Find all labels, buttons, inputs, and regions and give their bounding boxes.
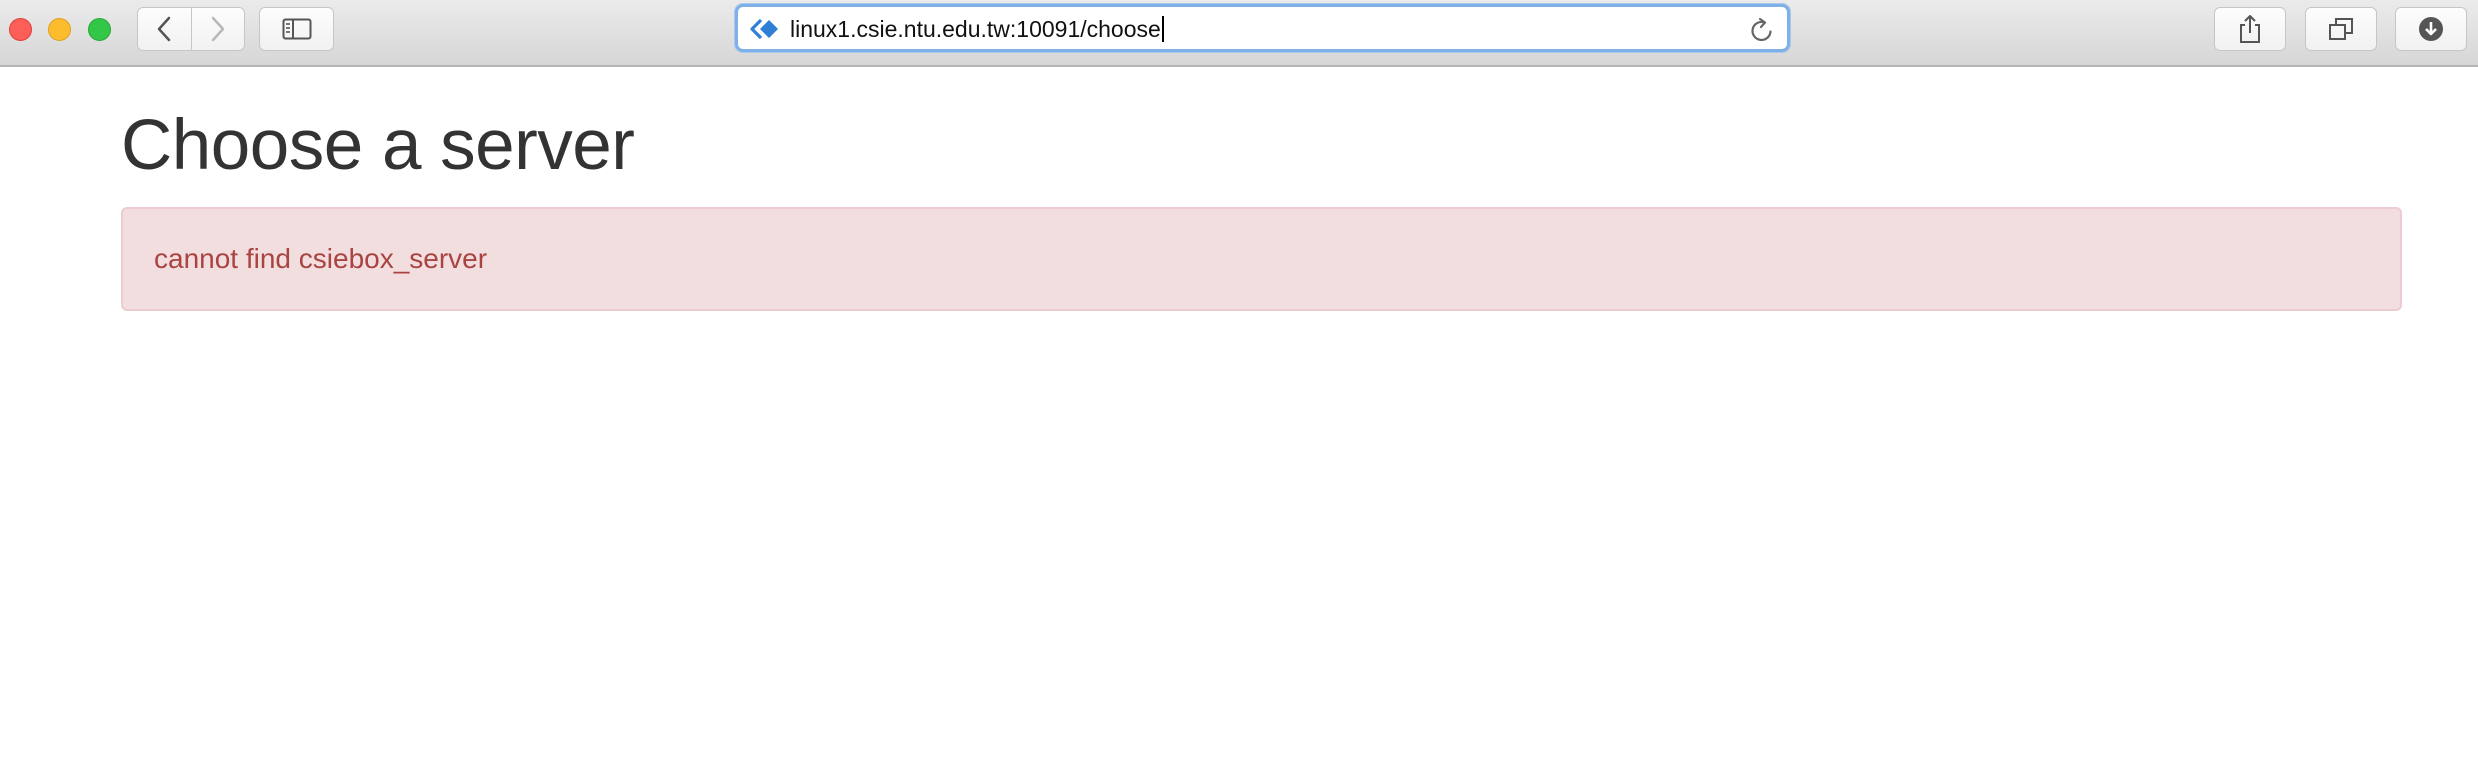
- sidebar-toggle-button[interactable]: [259, 7, 334, 51]
- history-navigation: [137, 7, 245, 51]
- window-minimize-button[interactable]: [48, 18, 71, 41]
- tabs-overview-button[interactable]: [2305, 7, 2377, 51]
- chevron-left-icon: [158, 16, 171, 42]
- share-icon: [2240, 15, 2260, 43]
- forward-button[interactable]: [192, 8, 245, 50]
- address-bar[interactable]: linux1.csie.ntu.edu.tw:10091/choose: [735, 4, 1790, 52]
- error-alert: cannot find csiebox_server: [121, 207, 2402, 311]
- window-maximize-button[interactable]: [88, 18, 111, 41]
- chevron-right-icon: [211, 16, 224, 42]
- page-title: Choose a server: [121, 106, 635, 185]
- site-icon: [749, 17, 781, 46]
- tabs-overview-icon: [2329, 18, 2353, 40]
- downloads-button[interactable]: [2395, 7, 2467, 51]
- browser-toolbar: linux1.csie.ntu.edu.tw:10091/choose: [0, 0, 2478, 67]
- sidebar-icon: [282, 18, 311, 40]
- page-content: Choose a server cannot find csiebox_serv…: [0, 67, 2478, 761]
- reload-icon[interactable]: [1749, 16, 1775, 49]
- back-button[interactable]: [138, 8, 192, 50]
- window-close-button[interactable]: [9, 18, 32, 41]
- url-text[interactable]: linux1.csie.ntu.edu.tw:10091/choose: [790, 16, 1164, 42]
- alert-message: cannot find csiebox_server: [154, 243, 488, 274]
- share-button[interactable]: [2214, 7, 2286, 51]
- download-icon: [2419, 17, 2443, 41]
